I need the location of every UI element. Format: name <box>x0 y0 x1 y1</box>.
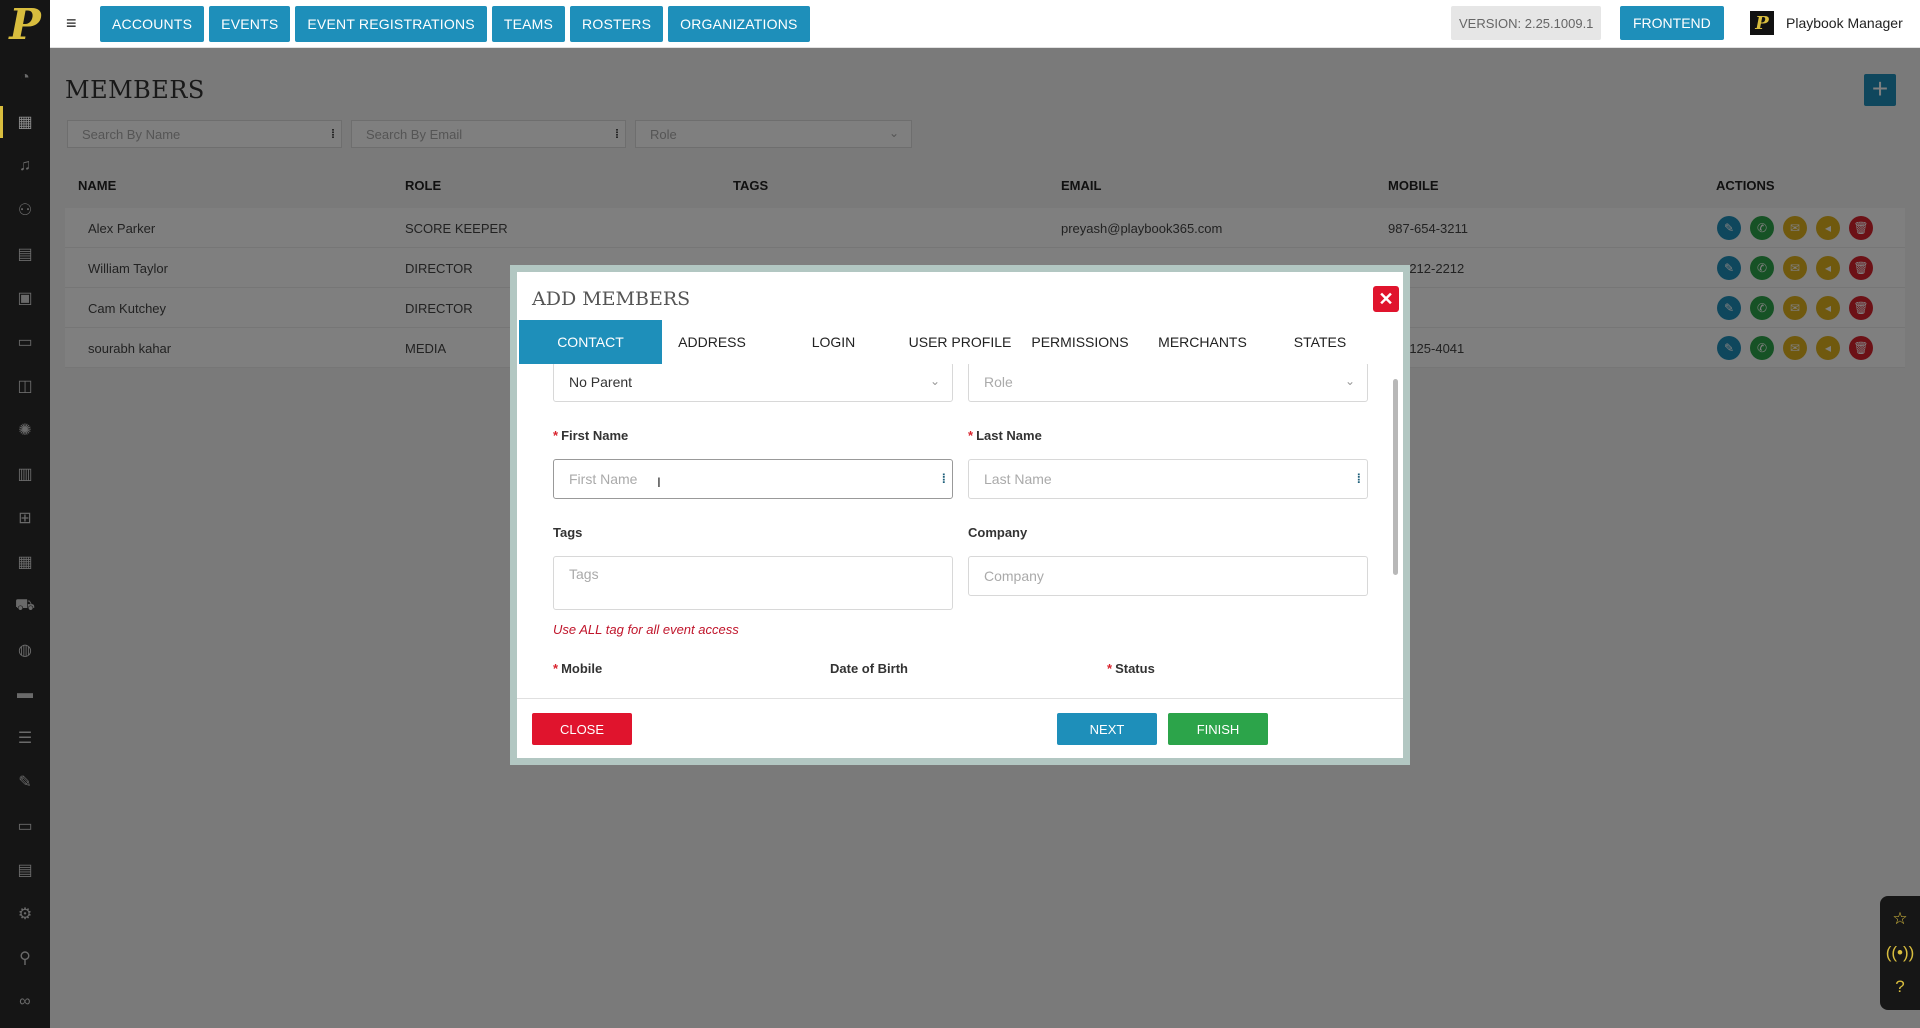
nav-event-registrations[interactable]: EVENT REGISTRATIONS <box>295 6 487 42</box>
left-sidebar: P ◔ ▦ ♫ ⚇ ▤ ▣ ▭ ◫ ✺ ▥ ⊞ ▦ ⛟ ◍ ▬ ☰ ✎ ▭ ▤ … <box>0 0 50 1028</box>
next-button[interactable]: NEXT <box>1057 713 1157 745</box>
user-menu[interactable]: P Playbook Manager <box>1750 11 1903 35</box>
frontend-button[interactable]: FRONTEND <box>1620 6 1724 40</box>
status-label: * Status <box>1107 661 1155 676</box>
infinity-icon[interactable]: ∞ <box>0 980 50 1024</box>
first-name-placeholder: First Name <box>569 471 638 487</box>
parent-select-value: No Parent <box>569 374 633 390</box>
tab-contact[interactable]: CONTACT <box>519 320 662 364</box>
modal-scrollbar[interactable] <box>1393 379 1398 575</box>
book-icon[interactable]: ▤ <box>0 232 50 276</box>
close-button[interactable]: CLOSE <box>532 713 632 745</box>
chevron-down-icon: ⌄ <box>929 374 940 388</box>
contact-form: No Parent ⌄ Role ⌄ * First Name * Last Nam… <box>517 364 1403 698</box>
first-name-field[interactable]: First Name ⁞ <box>553 459 953 499</box>
last-name-label-text: Last Name <box>976 428 1042 443</box>
required-mark: * <box>1107 661 1113 676</box>
tab-user-profile[interactable]: USER PROFILE <box>905 320 1015 364</box>
list-icon[interactable]: ☰ <box>0 716 50 760</box>
user-avatar: P <box>1750 11 1774 35</box>
dashboard-icon[interactable]: ◔ <box>0 56 50 100</box>
nav-organizations[interactable]: ORGANIZATIONS <box>668 6 810 42</box>
brand-logo-letter: P <box>9 0 41 49</box>
tab-permissions[interactable]: PERMISSIONS <box>1015 320 1145 364</box>
folder-icon[interactable]: ▭ <box>0 804 50 848</box>
pen-icon[interactable]: ✎ <box>0 760 50 804</box>
close-icon[interactable]: ✕ <box>1373 286 1399 312</box>
last-name-label: * Last Name <box>968 428 1042 443</box>
add-members-modal: ADD MEMBERS ✕ CONTACT ADDRESS LOGIN USER… <box>510 265 1410 765</box>
finish-button[interactable]: FINISH <box>1168 713 1268 745</box>
field-icon: ⁞ <box>941 471 946 486</box>
helper-dock: ☆ ((•)) ? <box>1880 896 1920 1010</box>
link-icon[interactable]: ⚲ <box>0 936 50 980</box>
calendar-icon[interactable]: ▦ <box>0 100 50 144</box>
top-bar: ≡ ACCOUNTS EVENTS EVENT REGISTRATIONS TE… <box>50 0 1920 48</box>
group-icon[interactable]: ⚇ <box>0 188 50 232</box>
music-icon[interactable]: ♫ <box>0 144 50 188</box>
palette-icon[interactable]: ✺ <box>0 408 50 452</box>
chat-icon[interactable]: ▭ <box>0 320 50 364</box>
chevron-down-icon: ⌄ <box>1344 374 1355 388</box>
gear-icon[interactable]: ⚙ <box>0 892 50 936</box>
status-label-text: Status <box>1115 661 1155 676</box>
mobile-label: * Mobile <box>553 661 602 676</box>
tags-hint: Use ALL tag for all event access <box>553 622 739 637</box>
nav-events[interactable]: EVENTS <box>209 6 291 42</box>
hamburger-menu-icon[interactable]: ≡ <box>66 13 77 34</box>
company-placeholder: Company <box>984 568 1044 584</box>
dob-label: Date of Birth <box>830 661 908 676</box>
nav-rosters[interactable]: ROSTERS <box>570 6 664 42</box>
modal-tabs: CONTACT ADDRESS LOGIN USER PROFILE PERMI… <box>519 320 1399 364</box>
company-label: Company <box>968 525 1028 540</box>
tags-label: Tags <box>553 525 583 540</box>
parent-select[interactable]: No Parent ⌄ <box>553 364 953 402</box>
modal-footer: CLOSE NEXT FINISH <box>517 698 1403 758</box>
tags-placeholder: Tags <box>569 566 599 582</box>
cart-icon[interactable]: ⛟ <box>0 584 50 628</box>
main-nav: ACCOUNTS EVENTS EVENT REGISTRATIONS TEAM… <box>100 6 810 42</box>
first-name-label-text: First Name <box>561 428 629 443</box>
report-icon[interactable]: ▤ <box>0 848 50 892</box>
required-mark: * <box>968 428 974 443</box>
required-mark: * <box>553 661 559 676</box>
modal-title: ADD MEMBERS <box>532 288 691 310</box>
badge-icon[interactable]: ◫ <box>0 364 50 408</box>
role-select[interactable]: Role ⌄ <box>968 364 1368 402</box>
schedule-icon[interactable]: ▦ <box>0 540 50 584</box>
last-name-field[interactable]: Last Name ⁞ <box>968 459 1368 499</box>
ticket-icon[interactable]: ▬ <box>0 672 50 716</box>
tags-textarea[interactable]: Tags <box>553 556 953 610</box>
star-icon[interactable]: ☆ <box>1892 909 1907 929</box>
contacts-icon[interactable]: ▣ <box>0 276 50 320</box>
building-icon[interactable]: ▥ <box>0 452 50 496</box>
first-name-label: * First Name <box>553 428 628 443</box>
tab-login[interactable]: LOGIN <box>762 320 905 364</box>
medkit-icon[interactable]: ⊞ <box>0 496 50 540</box>
company-field[interactable]: Company <box>968 556 1368 596</box>
tab-address[interactable]: ADDRESS <box>662 320 762 364</box>
text-cursor-icon: I <box>657 474 661 490</box>
last-name-placeholder: Last Name <box>984 471 1052 487</box>
broadcast-icon[interactable]: ((•)) <box>1886 943 1915 963</box>
sidebar-icons: ◔ ▦ ♫ ⚇ ▤ ▣ ▭ ◫ ✺ ▥ ⊞ ▦ ⛟ ◍ ▬ ☰ ✎ ▭ ▤ ⚙ … <box>0 56 50 1024</box>
ball-icon[interactable]: ◍ <box>0 628 50 672</box>
tab-states[interactable]: STATES <box>1260 320 1380 364</box>
nav-teams[interactable]: TEAMS <box>491 6 566 42</box>
field-icon: ⁞ <box>1356 471 1361 486</box>
required-mark: * <box>553 428 559 443</box>
mobile-label-text: Mobile <box>561 661 603 676</box>
user-name: Playbook Manager <box>1786 15 1903 31</box>
tab-merchants[interactable]: MERCHANTS <box>1145 320 1260 364</box>
brand-logo[interactable]: P <box>0 0 50 49</box>
nav-accounts[interactable]: ACCOUNTS <box>100 6 205 42</box>
help-icon[interactable]: ? <box>1895 977 1904 997</box>
modal-content: ADD MEMBERS ✕ CONTACT ADDRESS LOGIN USER… <box>517 272 1403 758</box>
version-badge: VERSION: 2.25.1009.1 <box>1451 6 1602 40</box>
role-select-placeholder: Role <box>984 374 1013 390</box>
